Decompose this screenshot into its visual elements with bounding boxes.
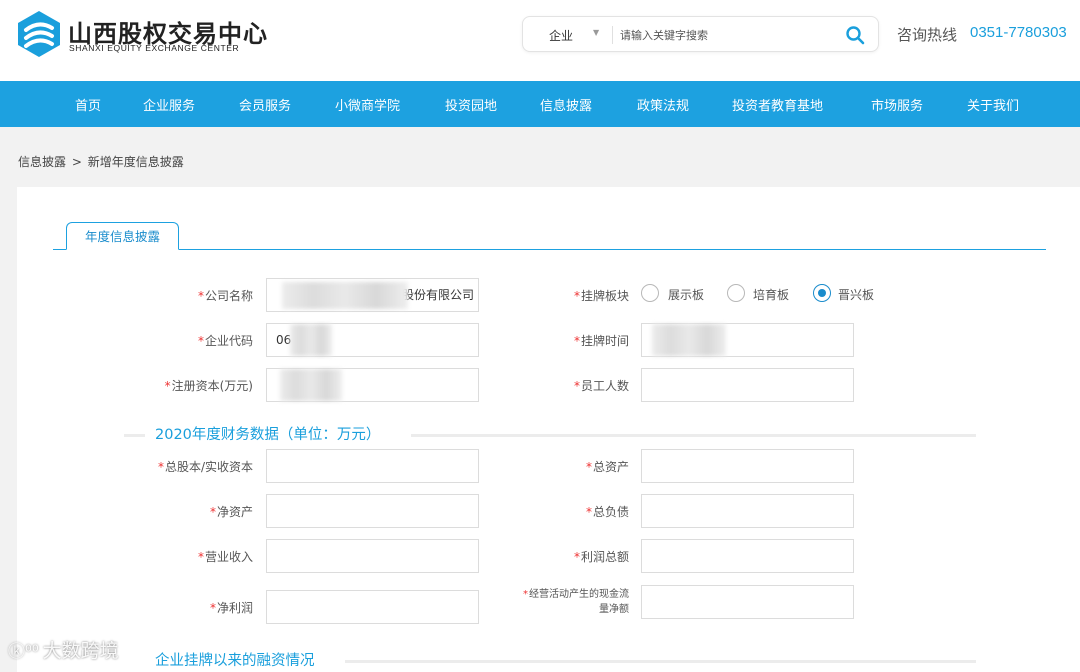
search-divider: [612, 26, 613, 44]
breadcrumb-current: 新增年度信息披露: [87, 155, 184, 169]
employees-field[interactable]: [641, 368, 854, 402]
section-divider: [411, 434, 976, 437]
listing-time-label: *挂牌时间: [573, 334, 629, 348]
registered-capital-label: *注册资本(万元): [164, 379, 253, 393]
search-box: 企业 ▼: [522, 16, 879, 52]
nav-item-investor-education[interactable]: 投资者教育基地: [732, 95, 823, 114]
search-icon[interactable]: [845, 25, 865, 45]
tab-underline: [53, 249, 1046, 250]
nav-item-business-school[interactable]: 小微商学院: [335, 95, 400, 114]
operating-cashflow-label: *经营活动产生的现金流 量净额: [523, 589, 629, 615]
watermark: ⓚ⁰⁰ 大数跨境: [8, 640, 119, 662]
radio-label-showcase[interactable]: 展示板: [668, 286, 704, 303]
operating-cashflow-field[interactable]: [641, 585, 854, 619]
section-divider: [345, 660, 976, 663]
radio-label-jinxing[interactable]: 晋兴板: [838, 286, 874, 303]
radio-label-cultivation[interactable]: 培育板: [753, 286, 789, 303]
total-liabilities-label: *总负债: [585, 505, 629, 519]
total-liabilities-field[interactable]: [641, 494, 854, 528]
radio-cultivation-board[interactable]: [727, 284, 745, 302]
tab-annual-disclosure[interactable]: 年度信息披露: [66, 222, 179, 250]
logo-icon[interactable]: [16, 10, 62, 58]
redacted-blur: [282, 282, 408, 309]
nav-item-home[interactable]: 首页: [75, 95, 101, 114]
chevron-down-icon[interactable]: ▼: [593, 28, 599, 37]
breadcrumb: 信息披露 > 新增年度信息披露: [18, 153, 186, 170]
search-input[interactable]: [620, 24, 835, 46]
total-profit-field[interactable]: [641, 539, 854, 573]
financing-section-title: 企业挂牌以来的融资情况: [155, 653, 315, 669]
radio-showcase-board[interactable]: [641, 284, 659, 302]
radio-jinxing-board[interactable]: [813, 284, 831, 302]
company-code-label: *企业代码: [197, 334, 253, 348]
site-header: 山西股权交易中心 SHANXI EQUITY EXCHANGE CENTER 企…: [0, 0, 1080, 81]
nav-item-market-services[interactable]: 市场服务: [871, 95, 923, 114]
watermark-logo-icon: ⓚ⁰⁰: [8, 642, 39, 662]
share-capital-label: *总股本/实收资本: [157, 460, 253, 474]
net-profit-field[interactable]: [266, 590, 479, 624]
nav-item-investment-garden[interactable]: 投资园地: [445, 95, 497, 114]
hotline-label: 咨询热线: [897, 26, 958, 44]
financial-section-title: 2020年度财务数据（单位：万元）: [155, 427, 381, 443]
redacted-blur: [290, 324, 332, 356]
breadcrumb-separator: >: [71, 155, 82, 169]
section-divider: [124, 434, 145, 437]
total-assets-label: *总资产: [585, 460, 629, 474]
nav-item-member-services[interactable]: 会员服务: [239, 95, 291, 114]
net-profit-label: *净利润: [209, 601, 253, 615]
nav-item-enterprise-services[interactable]: 企业服务: [143, 95, 195, 114]
total-assets-field[interactable]: [641, 449, 854, 483]
logo-subtitle: SHANXI EQUITY EXCHANGE CENTER: [69, 43, 240, 53]
redacted-blur: [280, 369, 342, 401]
breadcrumb-parent[interactable]: 信息披露: [18, 155, 66, 169]
main-nav: 首页 企业服务 会员服务 小微商学院 投资园地 信息披露 政策法规 投资者教育基…: [0, 81, 1080, 127]
revenue-label: *营业收入: [197, 550, 253, 564]
hotline-number: 0351-7780303: [970, 24, 1067, 41]
net-assets-field[interactable]: [266, 494, 479, 528]
search-category-select[interactable]: 企业: [549, 27, 573, 44]
nav-item-disclosure[interactable]: 信息披露: [540, 95, 592, 114]
board-label: *挂牌板块: [573, 289, 629, 303]
revenue-field[interactable]: [266, 539, 479, 573]
redacted-blur: [652, 324, 726, 356]
share-capital-field[interactable]: [266, 449, 479, 483]
nav-item-about-us[interactable]: 关于我们: [967, 95, 1019, 114]
nav-item-policies[interactable]: 政策法规: [637, 95, 689, 114]
employees-label: *员工人数: [573, 379, 629, 393]
company-name-label: *公司名称: [197, 289, 253, 303]
net-assets-label: *净资产: [209, 505, 253, 519]
total-profit-label: *利润总额: [573, 550, 629, 564]
